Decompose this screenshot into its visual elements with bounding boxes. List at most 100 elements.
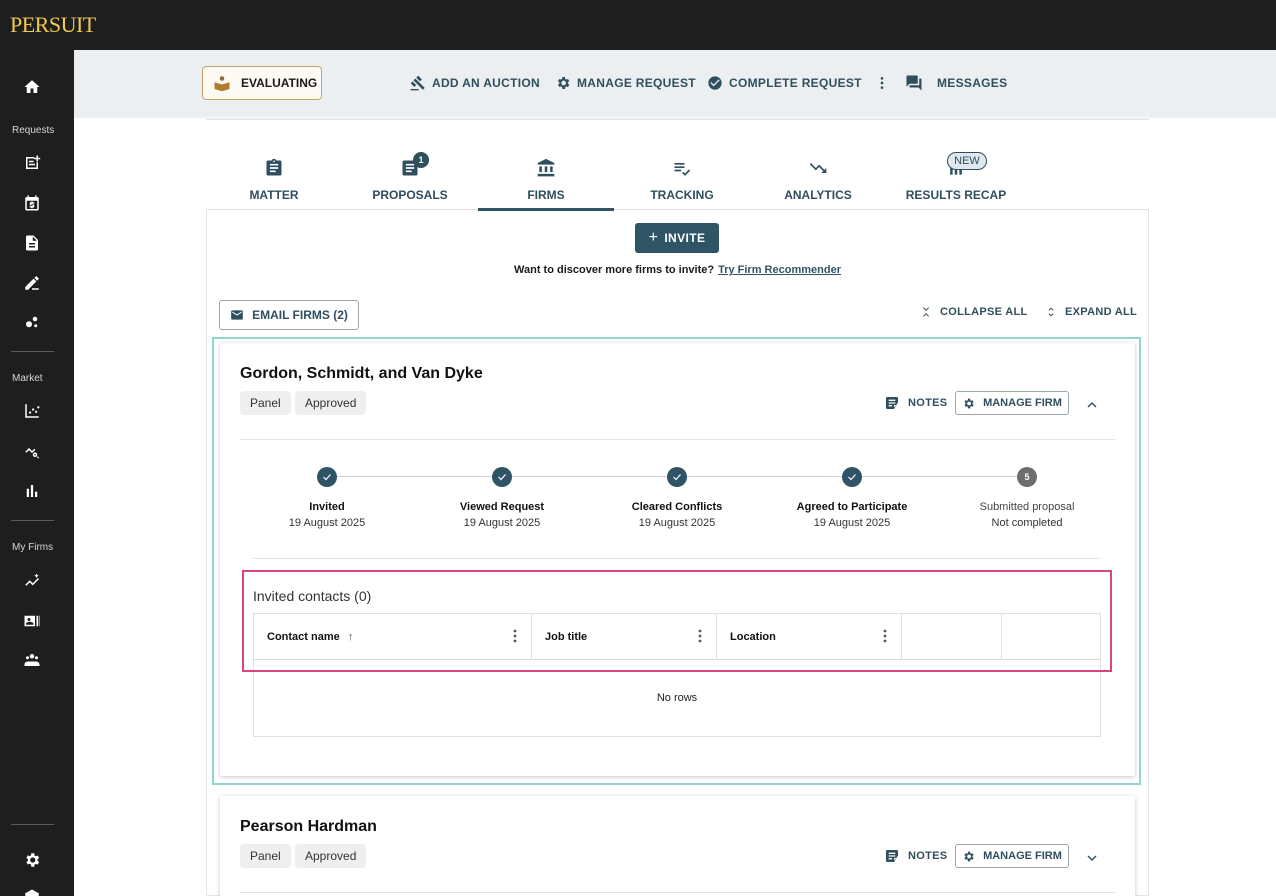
- bubbles-icon[interactable]: [0, 313, 64, 336]
- document-icon[interactable]: [0, 234, 64, 257]
- action-bar-shadow: [206, 116, 1149, 120]
- notes-label: NOTES: [908, 850, 948, 862]
- collapse-all-button[interactable]: COLLAPSE ALL: [920, 306, 1028, 318]
- tab-proposals[interactable]: PROPOSALS: [342, 144, 478, 210]
- notes-icon: [886, 850, 898, 862]
- tag-chip: Panel: [240, 391, 291, 415]
- notes-button[interactable]: NOTES: [884, 848, 947, 864]
- invite-button[interactable]: + INVITE: [635, 223, 719, 253]
- tag-chip: Panel: [240, 844, 291, 868]
- sidebar-section-requests: Requests: [12, 125, 55, 136]
- tab-firms[interactable]: FIRMS: [478, 144, 614, 211]
- bank-icon: [478, 158, 614, 180]
- complete-request-button[interactable]: COMPLETE REQUEST: [707, 74, 862, 92]
- plus-icon: +: [648, 229, 659, 246]
- check-icon: [667, 467, 687, 487]
- contact-card-icon[interactable]: [0, 612, 64, 635]
- sidebar-divider: [11, 824, 54, 825]
- add-auction-button[interactable]: ADD AN AUCTION: [410, 74, 540, 92]
- chevron-down-icon[interactable]: [1084, 850, 1100, 866]
- trending-down-icon: [750, 158, 886, 180]
- tag-chip: Approved: [295, 844, 367, 868]
- firm-card: Pearson Hardman Panel Approved NOTES MAN…: [220, 796, 1135, 896]
- notes-button[interactable]: NOTES: [884, 395, 947, 411]
- gear-icon: [964, 851, 974, 861]
- add-auction-label: ADD AN AUCTION: [432, 76, 540, 90]
- firm-recommender-link[interactable]: Try Firm Recommender: [718, 264, 841, 276]
- checklist-icon: [614, 158, 750, 180]
- invite-label: INVITE: [664, 231, 706, 245]
- top-bar: PERSUIT: [0, 0, 1276, 50]
- collapse-icon: [923, 307, 929, 317]
- gavel-icon: [410, 75, 425, 91]
- check-icon: [842, 467, 862, 487]
- discover-firms-text: Want to discover more firms to invite? Tr…: [206, 264, 1149, 276]
- manage-firm-button[interactable]: MANAGE FIRM: [955, 391, 1069, 415]
- home-icon[interactable]: [0, 78, 64, 101]
- step-date: 19 August 2025: [288, 517, 366, 529]
- more-actions-button[interactable]: [874, 74, 890, 92]
- persuit-logo[interactable]: PERSUIT: [10, 12, 96, 38]
- manage-firm-label: MANAGE FIRM: [983, 850, 1062, 862]
- step-number: 5: [1017, 467, 1037, 487]
- check-circle-icon: [708, 76, 722, 90]
- tab-label: MATTER: [249, 188, 299, 202]
- tab-bar: MATTER PROPOSALS FIRMS TRACKING ANALYTIC…: [206, 144, 1149, 211]
- tab-tracking[interactable]: TRACKING: [614, 144, 750, 210]
- step-date: 19 August 2025: [638, 517, 716, 529]
- step-title: Cleared Conflicts: [631, 501, 723, 513]
- step-title: Invited: [309, 501, 345, 513]
- messages-button[interactable]: MESSAGES: [905, 74, 1007, 92]
- empty-table-message: No rows: [656, 692, 698, 704]
- proposals-count-badge: 1: [413, 152, 429, 168]
- groups-icon[interactable]: [0, 651, 64, 674]
- step-date: Not completed: [991, 517, 1063, 529]
- tab-label: PROPOSALS: [372, 188, 448, 202]
- progress-step-viewed: Viewed Request 19 August 2025: [427, 467, 577, 529]
- manage-firm-label: MANAGE FIRM: [983, 397, 1062, 409]
- tab-label: TRACKING: [650, 188, 714, 202]
- clipboard-icon: [206, 158, 342, 180]
- complete-request-label: COMPLETE REQUEST: [729, 76, 862, 90]
- status-badge: EVALUATING: [202, 66, 322, 100]
- card-divider: [240, 439, 1115, 440]
- progress-step-agreed: Agreed to Participate 19 August 2025: [777, 467, 927, 529]
- sidebar-divider: [11, 351, 54, 352]
- tab-label: RESULTS RECAP: [905, 188, 1007, 202]
- new-request-icon[interactable]: [0, 154, 64, 177]
- sparkle-trend-icon[interactable]: [0, 572, 64, 595]
- status-label: EVALUATING: [241, 76, 318, 90]
- expand-icon: [1048, 307, 1054, 317]
- tab-matter[interactable]: MATTER: [206, 144, 342, 210]
- notes-icon: [886, 397, 898, 409]
- manage-request-button[interactable]: MANAGE REQUEST: [555, 74, 696, 92]
- tag-chip: Approved: [295, 391, 367, 415]
- help-shield-icon[interactable]: [0, 888, 64, 896]
- email-icon: [231, 310, 243, 320]
- settings-gear-icon[interactable]: [0, 851, 64, 874]
- sidebar-section-market: Market: [12, 373, 43, 384]
- card-divider: [240, 892, 1115, 893]
- check-icon: [317, 467, 337, 487]
- email-firms-label: EMAIL FIRMS (2): [252, 308, 348, 322]
- scatter-chart-icon[interactable]: [0, 402, 64, 425]
- trend-search-icon[interactable]: [0, 442, 64, 465]
- tab-label: ANALYTICS: [784, 188, 852, 202]
- active-tab-indicator: [478, 208, 614, 211]
- expand-all-button[interactable]: EXPAND ALL: [1045, 306, 1137, 318]
- tab-analytics[interactable]: ANALYTICS: [750, 144, 886, 210]
- manage-firm-button[interactable]: MANAGE FIRM: [955, 844, 1069, 868]
- discover-prompt: Want to discover more firms to invite?: [514, 264, 715, 276]
- section-divider: [253, 558, 1101, 559]
- notes-label: NOTES: [908, 397, 948, 409]
- bar-chart-icon[interactable]: [0, 482, 64, 505]
- kebab-menu-icon: [880, 77, 884, 89]
- tab-label: FIRMS: [527, 188, 565, 202]
- progress-step-submitted: 5 Submitted proposal Not completed: [952, 467, 1102, 529]
- edit-pen-icon[interactable]: [0, 274, 64, 297]
- calendar-dollar-icon[interactable]: [0, 194, 64, 217]
- sidebar-divider: [11, 520, 54, 521]
- gear-icon: [558, 77, 570, 89]
- chevron-up-icon[interactable]: [1084, 397, 1100, 413]
- email-firms-button[interactable]: EMAIL FIRMS (2): [219, 300, 359, 330]
